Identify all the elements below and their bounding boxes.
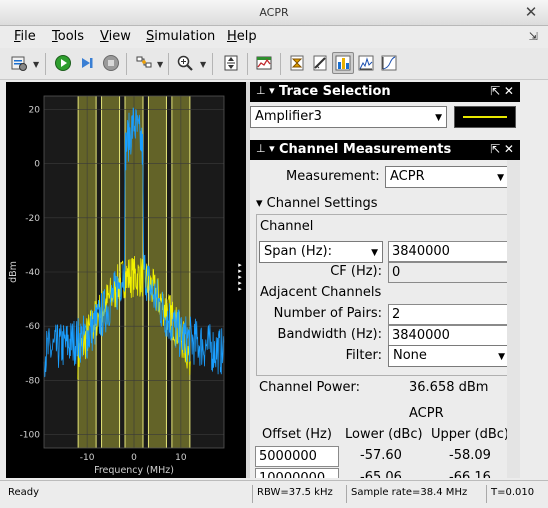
x-tick-label: 10 <box>175 453 187 463</box>
highlight-dropdown-icon[interactable]: ▼ <box>157 60 163 69</box>
cursor-measurements-icon[interactable] <box>332 52 354 74</box>
span-select[interactable]: Span (Hz): ▼ <box>259 241 383 263</box>
channel-measurements-panel: ⊥ ▾ Channel Measurements ⇱ ✕ Measurement… <box>250 140 520 478</box>
highlight-signal-icon[interactable] <box>133 52 155 74</box>
status-sample-rate: Sample rate=38.4 MHz <box>346 485 484 503</box>
trace-selection-header: ⊥ ▾ Trace Selection ⇱ ✕ <box>250 82 520 102</box>
adjacent-channels-label: Adjacent Channels <box>260 285 382 300</box>
chevron-down-icon: ▼ <box>498 352 505 362</box>
chevron-down-icon: ▼ <box>497 173 504 183</box>
offset-input[interactable]: 10000000 <box>255 468 339 478</box>
stop-icon[interactable] <box>100 52 122 74</box>
step-forward-icon[interactable] <box>76 52 98 74</box>
menu-file[interactable]: File <box>14 29 36 44</box>
peak-finder-icon[interactable] <box>355 52 377 74</box>
splitter-collapse-arrows-icon[interactable]: ▸ ▸ ▸ ▸ ▸ <box>236 262 244 293</box>
toolbar: ▼ ▼ ▼ <box>0 48 548 80</box>
y-tick-label: 20 <box>29 106 41 116</box>
channel-group-label: Channel <box>260 219 314 234</box>
spectrum-plot[interactable]: 20 0 -20 -40 -60 -80 -100 -10 0 10 Frequency (MHz)… <box>6 82 246 478</box>
chevron-down-icon: ▼ <box>435 113 442 123</box>
measurement-select[interactable]: ACPR ▼ <box>385 166 509 188</box>
panel-scrollbar[interactable] <box>507 160 520 478</box>
undock-arrow-icon[interactable]: ⇲ <box>529 30 538 43</box>
upper-value: -66.16 <box>449 470 491 478</box>
trace-line-preview <box>454 106 516 128</box>
x-tick-label: -10 <box>80 453 95 463</box>
title-bar: ACPR ✕ <box>0 0 548 26</box>
y-tick-label: -20 <box>25 214 40 224</box>
y-tick-label: -60 <box>25 322 40 332</box>
autoscale-icon[interactable] <box>220 52 242 74</box>
panel-pin-collapse-icon[interactable]: ⊥ ▾ <box>256 142 275 155</box>
lower-value: -57.60 <box>360 448 402 463</box>
status-time: T=0.010 <box>486 485 542 503</box>
window-title: ACPR <box>259 6 289 19</box>
menu-tools[interactable]: Tools <box>52 29 84 44</box>
panel-undock-close-icon[interactable]: ⇱ ✕ <box>490 84 514 98</box>
pairs-input[interactable]: 2 <box>388 304 510 325</box>
measurement-label: Measurement: <box>286 169 380 184</box>
filter-label: Filter: <box>345 348 382 363</box>
lower-column-header: Lower (dBc) <box>345 427 423 442</box>
upper-column-header: Upper (dBc) <box>431 427 509 442</box>
panel-undock-close-icon[interactable]: ⇱ ✕ <box>490 142 514 156</box>
y-tick-label: -80 <box>25 376 40 386</box>
y-tick-label: -100 <box>20 430 41 440</box>
pairs-label: Number of Pairs: <box>273 306 382 321</box>
upper-value: -58.09 <box>449 448 491 463</box>
settings-icon[interactable] <box>8 52 30 74</box>
trace-selection-panel: ⊥ ▾ Trace Selection ⇱ ✕ Amplifier3 ▼ <box>250 82 520 134</box>
status-ready: Ready <box>8 487 40 498</box>
window-close-icon[interactable]: ✕ <box>522 3 540 21</box>
bandwidth-label: Bandwidth (Hz): <box>277 327 382 342</box>
menu-bar: File Tools View Simulation Help ⇲ <box>0 26 548 48</box>
menu-view[interactable]: View <box>100 29 131 44</box>
zoom-dropdown-icon[interactable]: ▼ <box>200 60 206 69</box>
settings-dropdown-icon[interactable]: ▼ <box>33 60 39 69</box>
offset-input[interactable]: 5000000 <box>255 446 339 467</box>
table-row-clip: 10000000 -65.06 -66.16 <box>250 468 520 478</box>
cf-label: CF (Hz): <box>330 264 382 279</box>
bandwidth-input[interactable]: 3840000 <box>388 325 510 346</box>
zoom-in-icon[interactable] <box>174 52 196 74</box>
offset-column-header: Offset (Hz) <box>262 427 332 442</box>
spectrum-settings-icon[interactable] <box>253 52 275 74</box>
chevron-down-icon: ▼ <box>371 248 378 258</box>
channel-power-label: Channel Power: <box>259 380 360 395</box>
filter-select[interactable]: None ▼ <box>388 345 510 367</box>
menu-simulation[interactable]: Simulation <box>146 29 215 44</box>
status-bar: Ready RBW=37.5 kHz Sample rate=38.4 MHz … <box>0 480 548 508</box>
y-axis-label: dBm <box>8 261 19 283</box>
y-tick-label: 0 <box>34 160 40 170</box>
channel-measurements-icon[interactable] <box>309 52 331 74</box>
channel-settings-toggle[interactable]: ▾ Channel Settings <box>256 196 378 211</box>
x-axis-label: Frequency (MHz) <box>94 465 174 476</box>
run-icon[interactable] <box>52 52 74 74</box>
acpr-heading: ACPR <box>409 406 444 421</box>
channel-power-value: 36.658 dBm <box>409 380 489 395</box>
channel-measurements-header: ⊥ ▾ Channel Measurements ⇱ ✕ <box>250 140 520 160</box>
panel-pin-collapse-icon[interactable]: ⊥ ▾ <box>256 84 275 97</box>
trace-line-swatch <box>463 116 507 118</box>
span-input[interactable]: 3840000 <box>388 241 510 262</box>
spectrum-chart: 200-20-40-60-80-100-10 0 10Frequency (MHz)… <box>8 95 225 476</box>
cf-input[interactable]: 0 <box>388 262 510 283</box>
lower-value: -65.06 <box>360 470 402 478</box>
trace-select[interactable]: Amplifier3 ▼ <box>250 106 447 128</box>
y-tick-label: -40 <box>25 268 40 278</box>
menu-help[interactable]: Help <box>227 29 257 44</box>
x-tick-label: 0 <box>131 453 137 463</box>
trace-selection-icon[interactable] <box>286 52 308 74</box>
distortion-icon[interactable] <box>378 52 400 74</box>
status-rbw: RBW=37.5 kHz <box>252 485 344 503</box>
